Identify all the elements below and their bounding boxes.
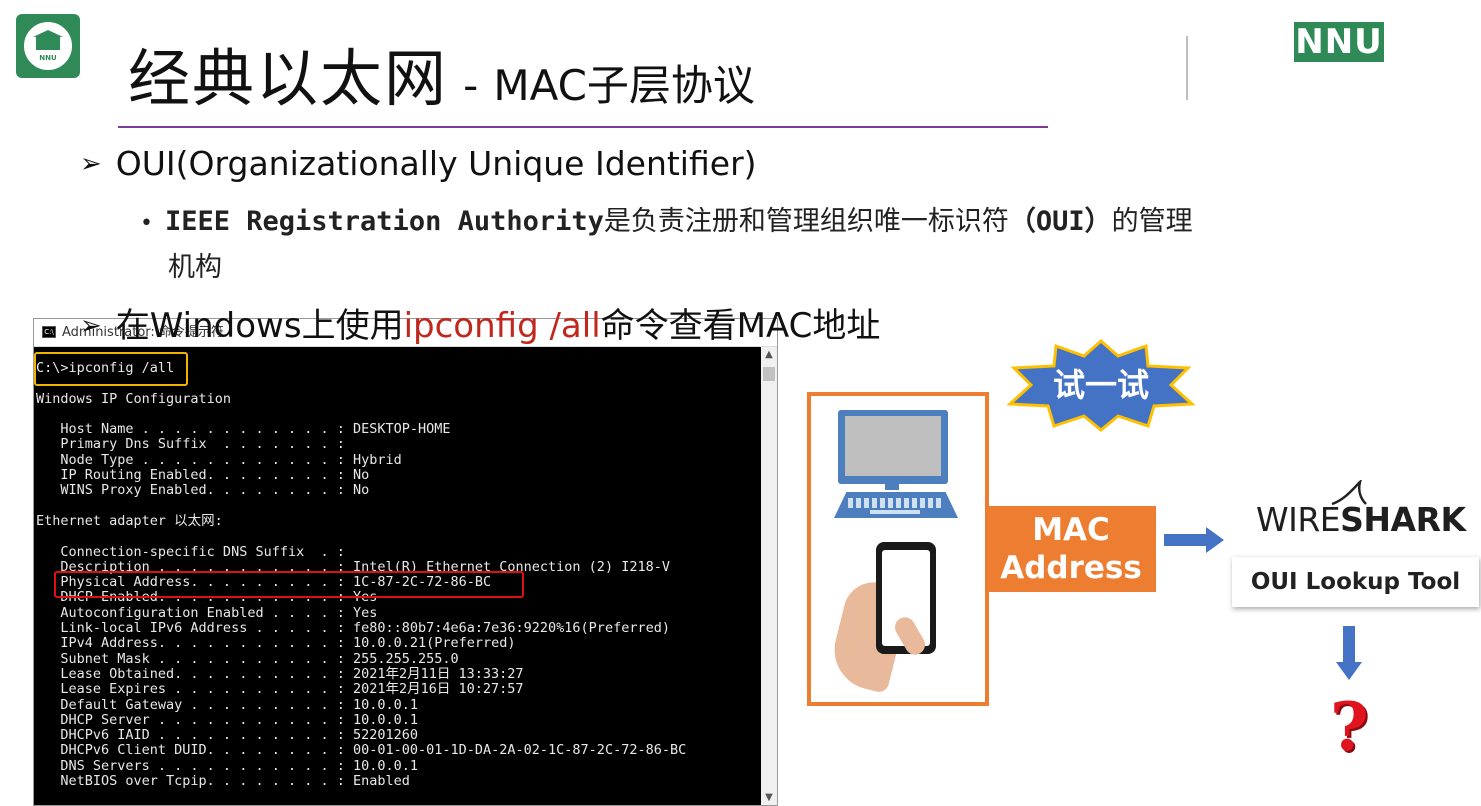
ieee-tail: 的管理 (1111, 206, 1193, 237)
address-label: Address (1000, 550, 1142, 586)
ipconfig-post: 命令查看MAC地址 (600, 306, 881, 346)
ipconfig-pre: 在Windows上使用 (115, 306, 404, 346)
arrow-bullet-icon: ➢ (80, 149, 102, 179)
dot-bullet-icon: • (140, 211, 153, 236)
keyboard-spacebar (870, 510, 920, 514)
university-logo: NNU (16, 14, 80, 78)
cmd-scrollbar[interactable]: ▲ ▼ (761, 347, 777, 805)
bullet-oui-text: OUI(Organizationally Unique Identifier) (115, 144, 757, 183)
wireshark-shark: SHARK (1340, 500, 1466, 539)
down-arrow-icon (1336, 626, 1362, 680)
nnu-badge: NNU (1294, 22, 1384, 62)
question-mark-icon: ? (1330, 688, 1369, 766)
cmd-window: C:\ Administrator: 命令提示符 ▲ ▼ C:\>ipconfi… (33, 318, 778, 806)
bullet-ipconfig: ➢ 在Windows上使用ipconfig /all命令查看MAC地址 (80, 298, 880, 347)
monitor-stand (885, 484, 899, 490)
scroll-down-icon[interactable]: ▼ (761, 792, 777, 803)
title-main: 经典以太网 (128, 42, 449, 115)
scroll-thumb[interactable] (763, 367, 775, 381)
prompt-highlight (34, 352, 188, 386)
mac-label: MAC (1032, 512, 1110, 548)
title-separator: - (463, 61, 479, 110)
ieee-oui: （OUI） (1008, 206, 1112, 237)
try-it-label: 试一试 (1052, 366, 1149, 404)
bullet-ieee: • IEEE Registration Authority是负责注册和管理组织唯一… (140, 200, 1400, 290)
title-underline (118, 126, 1048, 128)
header-divider (1186, 36, 1188, 100)
right-arrow-icon (1164, 527, 1224, 553)
mac-highlight (54, 571, 524, 598)
wireshark-logo: WIRESHARK (1256, 500, 1466, 539)
ieee-line2: 机构 (168, 252, 222, 283)
monitor-screen (845, 416, 941, 476)
slide-title: 经典以太网 - MAC子层协议 (128, 28, 755, 118)
logo-text: NNU (39, 54, 57, 62)
cmd-icon: C:\ (42, 326, 56, 338)
wireshark-wire: WIRE (1256, 500, 1341, 539)
keyboard-keys (848, 498, 944, 508)
ieee-desc: 是负责注册和管理组织唯一标识符 (603, 206, 1009, 237)
ipconfig-command: ipconfig /all (403, 306, 601, 346)
arrow-bullet-icon: ➢ (80, 311, 102, 341)
title-sub: MAC子层协议 (493, 61, 755, 110)
logo-emblem: NNU (21, 19, 75, 73)
bullet-oui: ➢ OUI(Organizationally Unique Identifier) (80, 144, 757, 183)
ieee-authority: IEEE Registration Authority (164, 206, 604, 237)
scroll-up-icon[interactable]: ▲ (761, 349, 777, 360)
oui-lookup-tool: OUI Lookup Tool (1232, 557, 1479, 607)
mac-address-box: MAC Address (986, 506, 1156, 592)
